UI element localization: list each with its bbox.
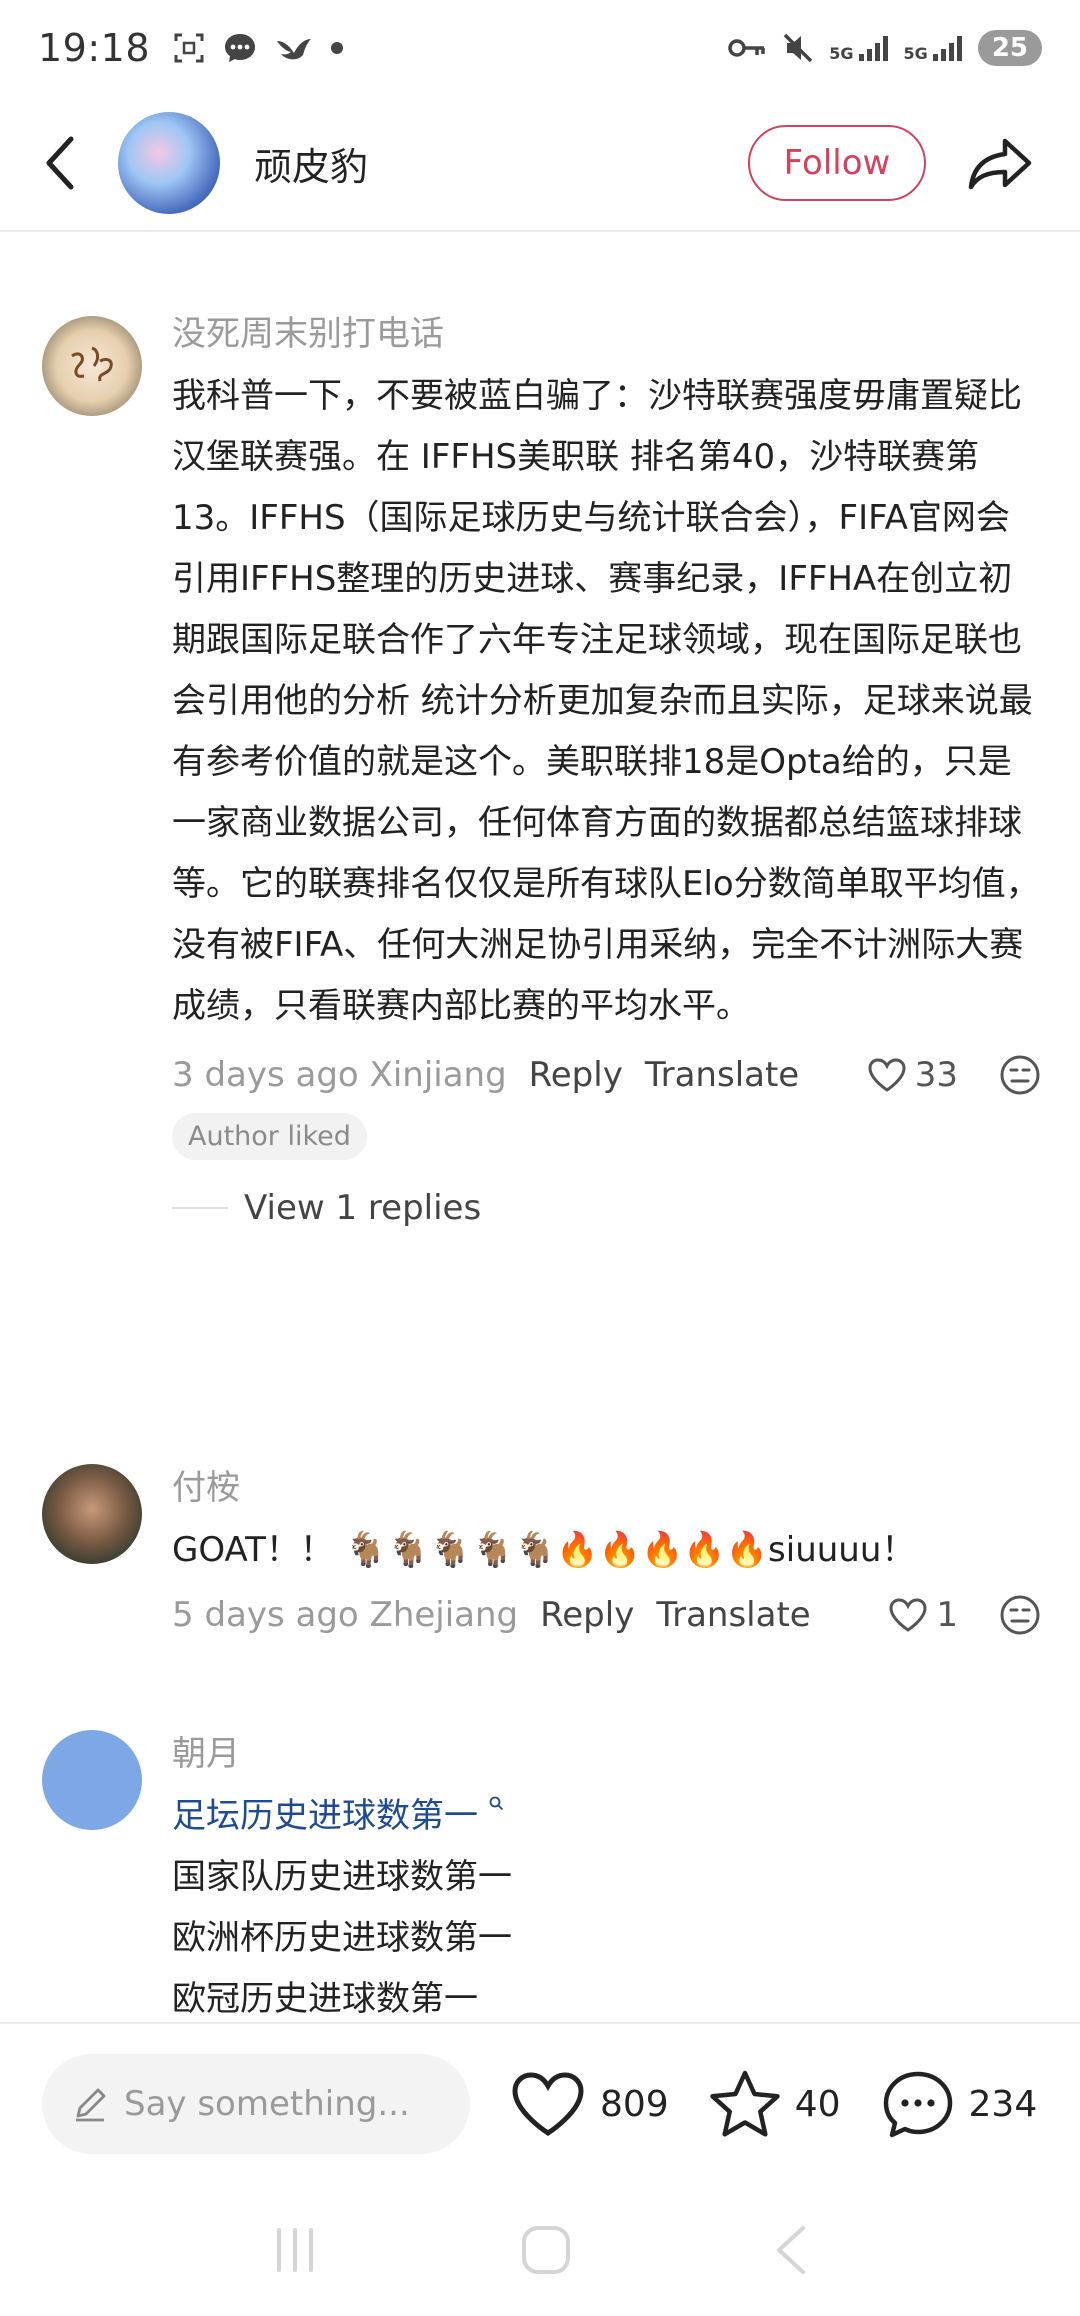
author-liked-badge: Author liked <box>172 1113 367 1160</box>
comment-like-count: 33 <box>914 1055 958 1095</box>
search-icon <box>489 1796 503 1811</box>
heart-icon <box>512 2072 584 2136</box>
dot-icon <box>331 42 344 54</box>
comment-meta: 3 days ago Xinjiang Reply Translate 33 <box>172 1047 1042 1103</box>
post-header: 顽皮豹 Follow <box>0 96 1080 232</box>
commenter-avatar[interactable] <box>42 316 142 416</box>
battery-indicator: 25 <box>977 30 1042 66</box>
reply-button[interactable]: Reply <box>540 1595 634 1635</box>
comment-input[interactable]: Say something... <box>42 2054 470 2154</box>
commenter-avatar[interactable] <box>42 1730 142 1830</box>
author-name[interactable]: 顽皮豹 <box>254 136 368 191</box>
comment-line: 国家队历史进球数第一 <box>172 1857 512 1897</box>
mute-icon <box>784 33 813 63</box>
share-button[interactable] <box>960 123 1040 203</box>
view-replies-label[interactable]: View 1 replies <box>244 1188 481 1228</box>
comment-like-count: 1 <box>936 1595 958 1635</box>
heart-icon <box>868 1058 906 1092</box>
comment-count: 234 <box>968 2083 1038 2125</box>
comment-time-location: 3 days ago Xinjiang <box>172 1055 507 1095</box>
commenter-avatar[interactable] <box>42 1464 142 1564</box>
pencil-icon <box>76 2088 106 2122</box>
avatar-handwriting-image <box>71 346 113 382</box>
comment-like-button[interactable]: 33 <box>867 1055 958 1095</box>
comment-text: 足坛历史进球数第一 国家队历史进球数第一 欧洲杯历史进球数第一 欧冠历史进球数第… <box>172 1786 1042 2030</box>
commenter-name[interactable]: 付桉 <box>172 1464 1042 1512</box>
key-icon <box>728 39 766 57</box>
comment-line: 欧冠历史进球数第一 <box>172 1979 478 2019</box>
commenter-name[interactable]: 没死周末别打电话 <box>172 310 1042 358</box>
chat-bubble-icon <box>883 2071 952 2138</box>
author-avatar[interactable] <box>118 112 220 214</box>
recent-apps-icon[interactable] <box>271 2226 319 2274</box>
star-icon <box>709 2070 780 2137</box>
comment-like-button[interactable]: 1 <box>888 1595 958 1635</box>
message-icon <box>225 34 256 62</box>
app-bird-icon <box>277 39 312 60</box>
signal-icon <box>932 36 962 61</box>
translate-button[interactable]: Translate <box>645 1055 799 1095</box>
comments-button[interactable]: 234 <box>881 2069 1038 2139</box>
status-bar: 19:18 5G 5G 25 <box>0 0 1080 96</box>
comment-time-location: 5 days ago Zhejiang <box>172 1595 519 1635</box>
translate-button[interactable]: Translate <box>656 1595 810 1635</box>
comment-text: GOAT！！ 🐐🐐🐐🐐🐐🔥🔥🔥🔥🔥siuuuu！ <box>172 1530 916 1570</box>
status-time: 19:18 <box>38 26 151 70</box>
back-button[interactable] <box>30 133 90 193</box>
comment-text: 我科普一下，不要被蓝白骗了：沙特联赛强度毋庸置疑比汉堡联赛强。在 IFFHS美职… <box>172 376 1040 1026</box>
comment-line: 欧洲杯历史进球数第一 <box>172 1918 512 1958</box>
favorite-button[interactable]: 40 <box>709 2069 841 2139</box>
share-icon <box>968 138 1032 190</box>
emoji-reaction-icon[interactable] <box>998 1053 1042 1097</box>
favorite-count: 40 <box>794 2083 841 2125</box>
network-5g-1: 5G <box>829 34 889 62</box>
heart-icon <box>889 1598 927 1632</box>
follow-button[interactable]: Follow <box>748 125 926 201</box>
screenshot-icon <box>174 33 204 63</box>
emoji-reaction-icon[interactable] <box>998 1593 1042 1637</box>
linked-topic[interactable]: 足坛历史进球数第一 <box>172 1786 1042 1847</box>
system-nav-bar <box>0 2184 1080 2316</box>
network-5g-2: 5G <box>904 34 964 62</box>
divider <box>172 1207 228 1209</box>
comment-meta: 5 days ago Zhejiang Reply Translate 1 <box>172 1587 1042 1643</box>
like-button[interactable]: 809 <box>510 2070 669 2138</box>
home-icon[interactable] <box>520 2224 572 2276</box>
back-nav-icon[interactable] <box>773 2224 809 2276</box>
reply-button[interactable]: Reply <box>529 1055 623 1095</box>
signal-icon <box>858 36 888 61</box>
view-replies-button[interactable]: View 1 replies <box>172 1188 1042 1228</box>
comment-input-placeholder: Say something... <box>124 2084 410 2124</box>
bottom-action-bar: Say something... 809 40 234 <box>0 2022 1080 2184</box>
commenter-name[interactable]: 朝月 <box>172 1730 1042 1778</box>
like-count: 809 <box>600 2083 669 2125</box>
back-arrow-icon <box>46 136 74 190</box>
